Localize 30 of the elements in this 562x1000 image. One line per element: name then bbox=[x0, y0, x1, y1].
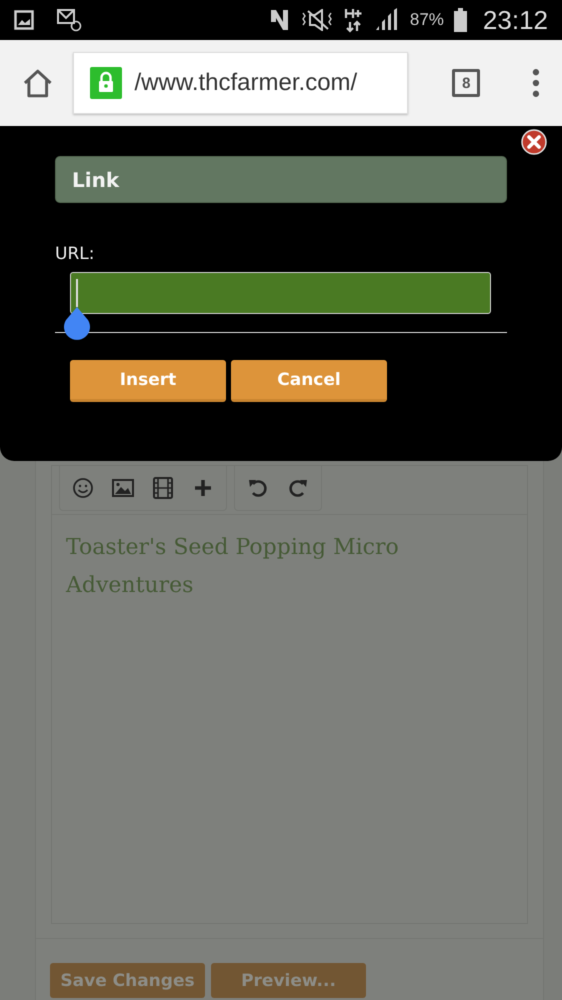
image-icon[interactable] bbox=[112, 477, 134, 499]
url-field[interactable] bbox=[70, 272, 491, 314]
undo-icon[interactable] bbox=[247, 477, 269, 499]
lock-icon bbox=[90, 67, 122, 99]
page-button[interactable]: Save Changes bbox=[50, 963, 205, 998]
close-icon[interactable] bbox=[521, 129, 547, 155]
clock: 23:12 bbox=[482, 4, 548, 36]
signal-icon bbox=[374, 8, 400, 32]
email-icon bbox=[56, 8, 82, 32]
dialog-button[interactable]: Insert bbox=[70, 360, 226, 402]
home-icon[interactable] bbox=[22, 68, 54, 98]
film-icon[interactable] bbox=[152, 477, 174, 499]
smiley-icon[interactable] bbox=[72, 477, 94, 499]
plus-icon[interactable] bbox=[192, 477, 214, 499]
page-button[interactable]: Preview... bbox=[211, 963, 366, 998]
editor-text: Toaster's Seed Popping Micro Adventures bbox=[66, 534, 400, 600]
dialog-title: Link bbox=[55, 156, 507, 203]
menu-icon[interactable] bbox=[532, 68, 540, 98]
network-icon bbox=[344, 7, 364, 33]
redo-icon[interactable] bbox=[287, 477, 309, 499]
dialog-button[interactable]: Cancel bbox=[231, 360, 387, 402]
battery-percent: 87% bbox=[410, 10, 444, 30]
url-label: URL: bbox=[55, 244, 96, 264]
text-area[interactable]: Toaster's Seed Popping Micro Adventures bbox=[52, 515, 527, 923]
address-bar[interactable]: /www.thcfarmer.com/ bbox=[73, 52, 408, 114]
mute-icon bbox=[300, 9, 334, 31]
gallery-icon bbox=[14, 10, 34, 30]
battery-icon bbox=[454, 8, 467, 32]
tab-count[interactable]: 8 bbox=[452, 69, 480, 97]
text-cursor-handle[interactable] bbox=[61, 307, 93, 341]
